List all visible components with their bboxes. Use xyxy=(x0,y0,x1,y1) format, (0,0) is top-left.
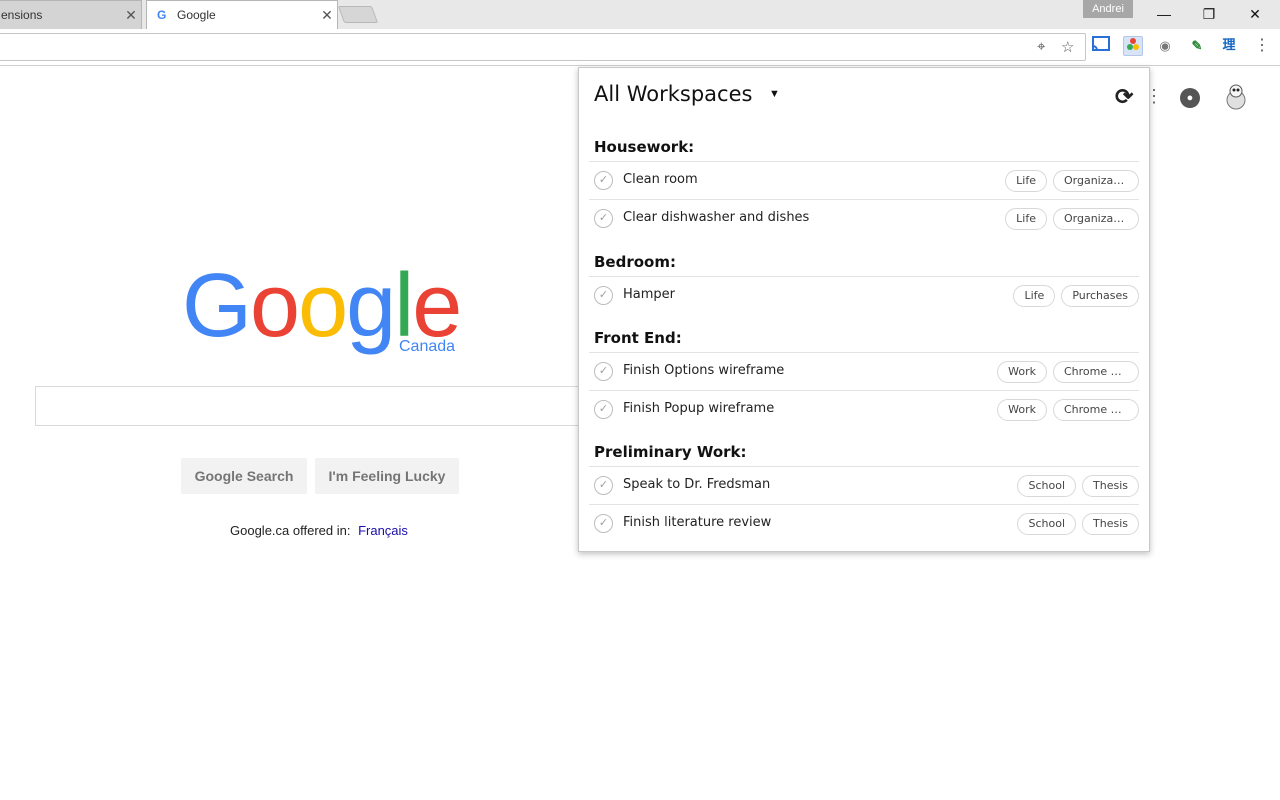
avatar-graphic xyxy=(1226,84,1246,110)
colored-dots-icon xyxy=(1127,38,1139,50)
task-row[interactable]: ✓ Speak to Dr. Fredsman School Thesis xyxy=(589,466,1139,504)
tag-chip[interactable]: Purchases xyxy=(1061,285,1139,307)
tag-chip[interactable]: Organizat... xyxy=(1053,170,1139,192)
task-tags: Work Chrome E... xyxy=(997,361,1139,383)
logo-letter: o xyxy=(250,256,300,356)
tag-chip[interactable]: Organizat... xyxy=(1053,208,1139,230)
logo-letter: o xyxy=(298,256,348,356)
task-checkbox-icon[interactable]: ✓ xyxy=(594,286,613,305)
workspace-selector[interactable]: All Workspaces xyxy=(594,82,752,106)
address-bar[interactable]: ⌖ ☆ xyxy=(0,33,1086,61)
task-row[interactable]: ✓ Finish literature review School Thesis xyxy=(589,504,1139,542)
tag-chip[interactable]: Life xyxy=(1013,285,1056,307)
logo-letter: g xyxy=(346,256,396,356)
language-offer-text: Google.ca offered in: xyxy=(230,523,351,538)
more-vert-icon[interactable]: ⋮ xyxy=(1252,36,1272,56)
profile-button[interactable]: Andrei xyxy=(1083,0,1133,18)
tag-chip[interactable]: Thesis xyxy=(1082,475,1139,497)
group-heading: Bedroom: xyxy=(594,253,676,271)
task-tags: Life Organizat... xyxy=(1005,170,1139,192)
task-title: Finish Popup wireframe xyxy=(623,401,775,416)
tag-chip[interactable]: Life xyxy=(1005,170,1047,192)
task-checkbox-icon[interactable]: ✓ xyxy=(594,514,613,533)
google-favicon-icon: G xyxy=(157,8,167,22)
title-bar: ensions ✕ G Google ✕ Andrei — ❐ ✕ xyxy=(0,0,1280,30)
translate-extension-icon[interactable]: 理 xyxy=(1219,36,1239,56)
task-title: Hamper xyxy=(623,287,675,302)
tag-chip[interactable]: Life xyxy=(1005,208,1047,230)
group-heading: Front End: xyxy=(594,329,682,347)
tag-chip[interactable]: School xyxy=(1017,475,1077,497)
task-row[interactable]: ✓ Finish Options wireframe Work Chrome E... xyxy=(589,352,1139,390)
task-checkbox-icon[interactable]: ✓ xyxy=(594,171,613,190)
new-tab-button[interactable] xyxy=(337,6,379,23)
tag-chip[interactable]: Chrome E... xyxy=(1053,399,1139,421)
language-link-francais[interactable]: Français xyxy=(358,523,408,538)
star-icon[interactable]: ☆ xyxy=(1061,38,1074,56)
location-icon[interactable]: ⌖ xyxy=(1037,38,1045,55)
tag-chip[interactable]: Thesis xyxy=(1082,513,1139,535)
task-title: Finish literature review xyxy=(623,515,772,530)
avatar[interactable] xyxy=(1222,82,1250,110)
task-checkbox-icon[interactable]: ✓ xyxy=(594,400,613,419)
task-tags: Life Organizat... xyxy=(1005,208,1139,230)
group-heading: Preliminary Work: xyxy=(594,443,747,461)
logo-letter: G xyxy=(182,256,252,356)
workspace-extension-icon[interactable] xyxy=(1123,36,1143,56)
task-row[interactable]: ✓ Finish Popup wireframe Work Chrome E... xyxy=(589,390,1139,428)
logo-country: Canada xyxy=(399,338,456,355)
restore-button[interactable]: ❐ xyxy=(1186,0,1232,28)
refresh-icon[interactable]: ⟳ xyxy=(1115,84,1133,110)
cast-icon-graphic xyxy=(1092,36,1110,51)
workspace-popup: All Workspaces ▼ ⟳ Housework: ✓ Clean room… xyxy=(578,67,1150,552)
task-row[interactable]: ✓ Hamper Life Purchases xyxy=(589,276,1139,314)
task-checkbox-icon[interactable]: ✓ xyxy=(594,476,613,495)
task-row[interactable]: ✓ Clear dishwasher and dishes Life Organiza… xyxy=(589,199,1139,237)
tag-chip[interactable]: Work xyxy=(997,399,1047,421)
evernote-extension-icon[interactable]: ✎ xyxy=(1187,36,1207,56)
google-search-button[interactable]: Google Search xyxy=(181,458,307,494)
close-window-button[interactable]: ✕ xyxy=(1232,0,1278,28)
bell-icon[interactable]: ● xyxy=(1180,88,1200,108)
group-heading: Housework: xyxy=(594,138,695,156)
task-title: Clean room xyxy=(623,172,698,187)
task-tags: School Thesis xyxy=(1017,475,1139,497)
task-row[interactable]: ✓ Clean room Life Organizat... xyxy=(589,161,1139,199)
shield-extension-icon[interactable]: ◉ xyxy=(1155,36,1175,56)
chevron-down-icon[interactable]: ▼ xyxy=(769,88,780,100)
task-tags: Work Chrome E... xyxy=(997,399,1139,421)
task-title: Finish Options wireframe xyxy=(623,363,785,378)
task-checkbox-icon[interactable]: ✓ xyxy=(594,209,613,228)
tab-close-icon[interactable]: ✕ xyxy=(317,7,337,24)
cast-icon[interactable] xyxy=(1091,36,1111,56)
tag-chip[interactable]: Chrome E... xyxy=(1053,361,1139,383)
task-title: Speak to Dr. Fredsman xyxy=(623,477,771,492)
tab-extensions[interactable]: ensions ✕ xyxy=(0,0,142,29)
task-title: Clear dishwasher and dishes xyxy=(623,210,810,225)
tab-google[interactable]: G Google ✕ xyxy=(146,0,338,29)
feeling-lucky-button[interactable]: I'm Feeling Lucky xyxy=(315,458,459,494)
language-offer: Google.ca offered in: Français xyxy=(230,523,408,538)
minimize-button[interactable]: — xyxy=(1141,0,1187,28)
tag-chip[interactable]: School xyxy=(1017,513,1077,535)
tab-title: Google xyxy=(177,8,216,22)
search-input[interactable] xyxy=(35,386,595,426)
toolbar: ⌖ ☆ ◉ ✎ 理 ⋮ xyxy=(0,29,1280,66)
task-checkbox-icon[interactable]: ✓ xyxy=(594,362,613,381)
tab-close-icon[interactable]: ✕ xyxy=(121,7,141,24)
task-tags: Life Purchases xyxy=(1013,285,1139,307)
tab-title: ensions xyxy=(1,8,43,22)
tag-chip[interactable]: Work xyxy=(997,361,1047,383)
task-tags: School Thesis xyxy=(1017,513,1139,535)
